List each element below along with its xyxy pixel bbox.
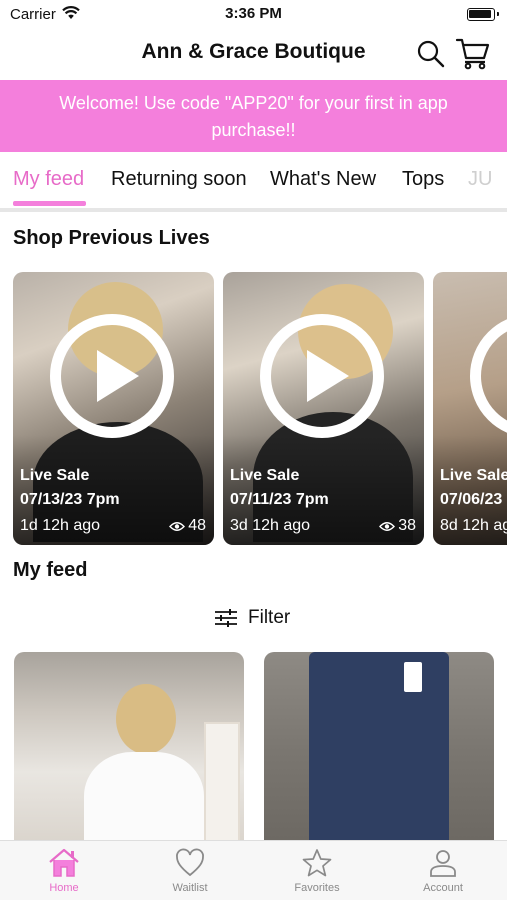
person-icon	[430, 850, 456, 877]
tab-bar-waitlist[interactable]: Waitlist	[140, 847, 240, 894]
tab-bar-label: Account	[423, 882, 463, 894]
tab-bar-account[interactable]: Account	[393, 847, 493, 894]
cart-icon[interactable]	[455, 36, 491, 70]
sliders-icon	[215, 609, 237, 627]
live-card-time-ago: 8d 12h ago	[440, 517, 507, 534]
live-card-date: 07/06/23	[440, 491, 503, 508]
section-title-previous-lives: Shop Previous Lives	[13, 227, 210, 249]
filter-label: Filter	[248, 607, 291, 628]
tab-bar-label: Favorites	[294, 882, 340, 894]
live-card-time-ago: 1d 12h ago	[20, 517, 101, 534]
live-card-time-ago: 3d 12h ago	[230, 517, 311, 534]
play-icon[interactable]	[50, 314, 174, 438]
live-card[interactable]: Live Sale 07/13/23 7pm 1d 12h ago 48	[13, 272, 214, 545]
live-card[interactable]: Live Sale 07/06/23 8d 12h ago	[433, 272, 507, 545]
feed-product-card[interactable]	[14, 652, 244, 852]
view-count: 38	[398, 517, 416, 534]
promo-banner[interactable]: Welcome! Use code "APP20" for your first…	[0, 80, 507, 152]
app-header: Ann & Grace Boutique	[0, 30, 507, 78]
live-card-date: 07/11/23 7pm	[230, 491, 329, 508]
live-card-views: 48	[169, 517, 206, 535]
live-card-label: Live Sale	[230, 467, 300, 484]
star-icon	[302, 849, 332, 877]
eye-icon	[379, 521, 396, 531]
category-tabs: My feed Returning soon What's New Tops J…	[0, 152, 507, 208]
feed-product-card[interactable]	[264, 652, 494, 852]
tab-whats-new[interactable]: What's New	[270, 168, 376, 191]
tab-my-feed[interactable]: My feed	[13, 168, 84, 191]
live-carousel[interactable]: Live Sale 07/13/23 7pm 1d 12h ago 48 Liv…	[0, 272, 507, 546]
eye-icon	[169, 521, 186, 531]
tab-bar-label: Waitlist	[172, 882, 208, 894]
view-count: 48	[188, 517, 206, 534]
live-card[interactable]: Live Sale 07/11/23 7pm 3d 12h ago 38	[223, 272, 424, 545]
live-card-label: Live Sale	[440, 467, 507, 484]
tab-bar-label: Home	[49, 882, 79, 894]
promo-text: Welcome! Use code "APP20" for your first…	[59, 93, 448, 140]
section-title-my-feed: My feed	[13, 559, 88, 581]
tab-tops[interactable]: Tops	[402, 168, 444, 191]
status-bar: Carrier 3:36 PM	[0, 0, 507, 30]
tabs-divider	[0, 208, 507, 212]
home-icon	[49, 848, 79, 877]
heart-icon	[176, 848, 204, 877]
status-time: 3:36 PM	[225, 5, 282, 22]
live-card-label: Live Sale	[20, 467, 90, 484]
tab-bar-home[interactable]: Home	[14, 847, 114, 894]
tab-bar-favorites[interactable]: Favorites	[267, 847, 367, 894]
battery-icon	[467, 8, 499, 21]
live-card-date: 07/13/23 7pm	[20, 491, 120, 508]
search-icon[interactable]	[415, 38, 447, 70]
play-icon[interactable]	[260, 314, 384, 438]
bottom-tab-bar: Home Waitlist Favorites Account	[0, 840, 507, 900]
filter-button[interactable]: Filter	[214, 604, 290, 632]
tab-ju[interactable]: JU	[468, 168, 492, 191]
active-tab-indicator	[13, 201, 86, 206]
tab-returning-soon[interactable]: Returning soon	[111, 168, 247, 191]
live-card-views: 38	[379, 517, 416, 535]
